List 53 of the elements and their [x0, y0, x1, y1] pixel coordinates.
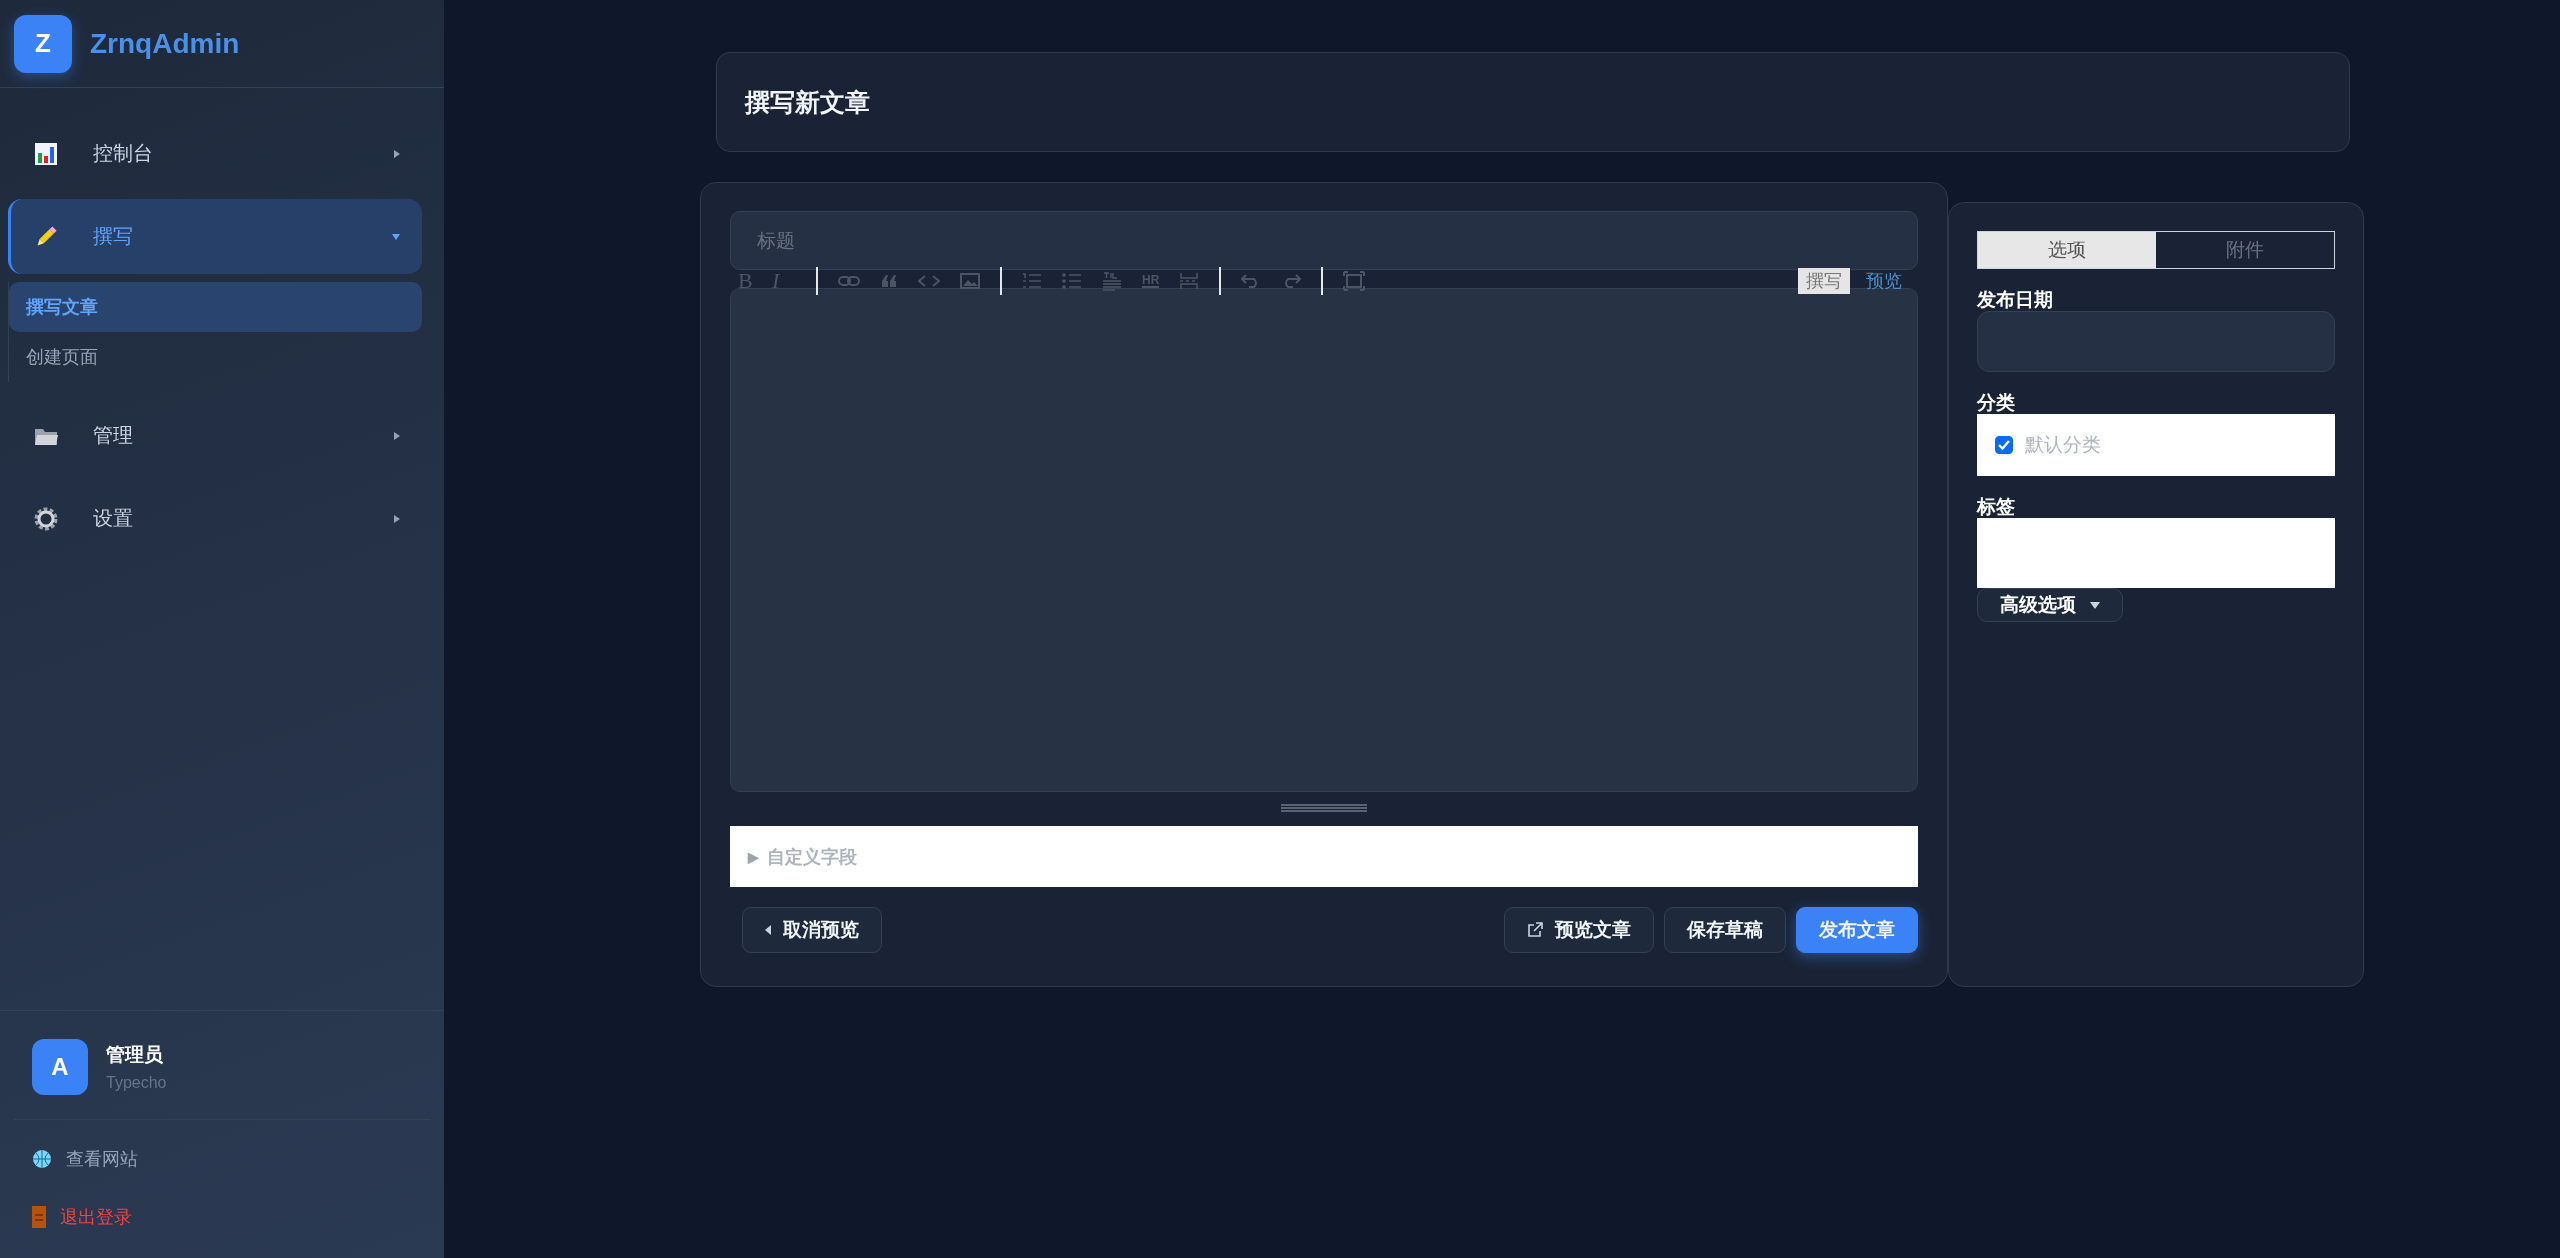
editor-mode-tab[interactable]: 预览: [1858, 268, 1910, 294]
image-icon[interactable]: [960, 273, 980, 289]
nav-subitem[interactable]: 创建页面: [9, 332, 422, 382]
caret-down-icon: [2090, 601, 2100, 609]
resize-handle-icon[interactable]: [1281, 804, 1367, 812]
caret-right-icon: [394, 149, 400, 158]
field-label: 发布日期: [1977, 289, 2054, 311]
panel-tab[interactable]: 选项: [1978, 232, 2156, 268]
external-link-icon: [1527, 922, 1543, 938]
globe-icon: [32, 1149, 52, 1169]
custom-fields-toggle[interactable]: ▶ 自定义字段: [730, 826, 1918, 887]
code-icon[interactable]: [918, 274, 940, 288]
editor-mode-tab[interactable]: 撰写: [1798, 268, 1850, 294]
nav-item[interactable]: 控制台: [8, 116, 422, 191]
logo-icon: Z: [14, 14, 72, 73]
caret-right-icon: [394, 431, 400, 440]
user-avatar: A: [32, 1039, 88, 1095]
caret-left-icon: [765, 925, 771, 935]
user-role: Typecho: [106, 1074, 167, 1092]
title-field[interactable]: 标题: [730, 211, 1918, 270]
user-name: 管理员: [106, 1043, 164, 1067]
quote-icon[interactable]: [880, 274, 898, 288]
bullet-list-icon[interactable]: [1062, 272, 1082, 290]
page-title: 撰写新文章: [745, 86, 870, 118]
sidebar-link[interactable]: 退出登录: [60, 1205, 132, 1229]
nav-item[interactable]: 撰写: [8, 199, 422, 274]
caret-right-icon: [394, 514, 400, 523]
bar-chart-icon: [33, 140, 59, 167]
field-label: 标签: [1977, 496, 2016, 518]
nav-subitem[interactable]: 撰写文章: [9, 282, 422, 332]
field-label: 分类: [1977, 392, 2016, 414]
app-name: ZrnqAdmin: [90, 27, 240, 60]
heading-icon[interactable]: [1102, 271, 1122, 291]
nav-item[interactable]: 管理: [8, 398, 422, 473]
advanced-options-button[interactable]: 高级选项: [1977, 588, 2123, 622]
numbered-list-icon[interactable]: [1022, 272, 1042, 290]
panel-tab[interactable]: 附件: [2156, 232, 2334, 268]
checkbox[interactable]: [1995, 436, 2013, 454]
fullscreen-icon[interactable]: [1343, 271, 1366, 291]
page-break-icon[interactable]: [1179, 272, 1200, 290]
door-icon: [32, 1206, 46, 1228]
link-icon[interactable]: [838, 274, 860, 288]
tags-field[interactable]: [1977, 518, 2335, 588]
action-button[interactable]: 保存草稿: [1664, 907, 1786, 953]
sidebar-link[interactable]: 查看网站: [66, 1147, 138, 1171]
action-button[interactable]: 发布文章: [1796, 907, 1918, 953]
caret-down-icon: [392, 233, 400, 240]
gear-icon: [33, 505, 59, 532]
date-field[interactable]: [1977, 311, 2335, 372]
category-label: 默认分类: [2025, 433, 2101, 457]
nav-item[interactable]: 设置: [8, 481, 422, 556]
action-button[interactable]: 预览文章: [1504, 907, 1654, 953]
action-button[interactable]: 取消预览: [742, 907, 882, 953]
